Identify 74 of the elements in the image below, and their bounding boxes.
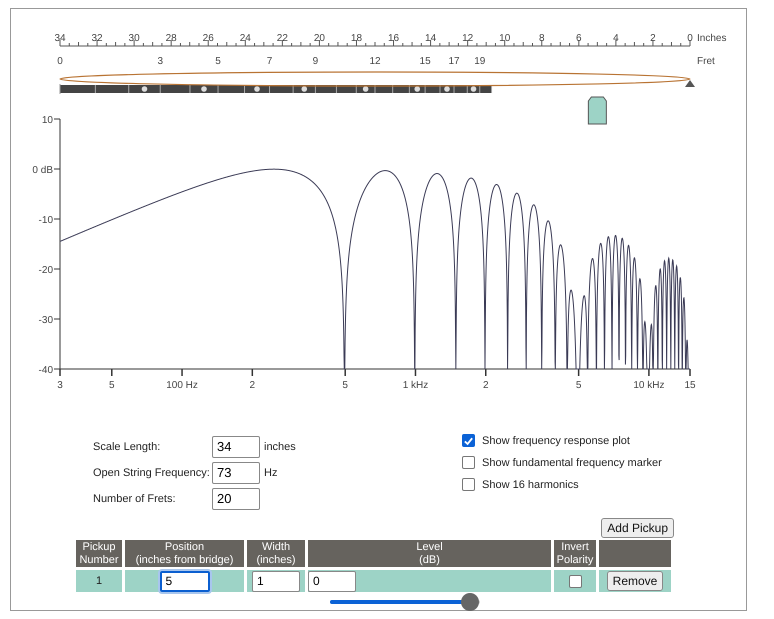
- inch-label: 26: [202, 33, 214, 44]
- y-tick-label: -40: [38, 365, 53, 376]
- inch-label: 22: [276, 33, 288, 44]
- y-tick-label: 0 dB: [32, 165, 53, 176]
- x-tick-label: 5: [576, 380, 582, 391]
- fret-label: 12: [369, 56, 381, 67]
- fret-label: 7: [266, 56, 272, 67]
- remove-button[interactable]: Remove: [606, 571, 664, 591]
- column-header: Invert Polarity: [554, 540, 596, 567]
- inch-label: 18: [350, 33, 362, 44]
- x-tick-label: 2: [482, 380, 489, 391]
- x-tick-label: 1 kHz: [402, 380, 428, 391]
- inch-label: 8: [538, 33, 545, 44]
- input-field[interactable]: 34: [212, 436, 260, 458]
- fret-label: 0: [57, 56, 63, 67]
- checkbox[interactable]: [568, 574, 582, 588]
- unit-label: Inches: [697, 33, 726, 44]
- x-tick-label: 5: [109, 380, 115, 391]
- column-header: Pickup Number: [76, 540, 122, 567]
- x-tick-label: 5: [342, 380, 348, 391]
- slider-thumb[interactable]: [460, 593, 478, 611]
- x-tick-label: 10 kHz: [633, 380, 664, 391]
- x-tick-label: 15: [684, 380, 696, 391]
- inch-label: 6: [576, 33, 582, 44]
- column-header: Level (dB): [308, 540, 551, 567]
- input-field[interactable]: 73: [212, 462, 260, 484]
- field-label: Scale Length:: [93, 440, 162, 452]
- field-label: Number of Frets:: [93, 492, 177, 504]
- x-tick-label: 100 Hz: [166, 380, 198, 391]
- checkbox-label: Show 16 harmonics: [482, 478, 579, 490]
- inch-label: 14: [425, 33, 436, 44]
- table-cell: 1: [76, 570, 122, 592]
- inch-label: 4: [613, 33, 619, 44]
- position-field[interactable]: 5: [160, 570, 210, 592]
- inch-label: 28: [166, 33, 177, 44]
- checkbox[interactable]: [462, 478, 475, 491]
- inch-label: 12: [462, 33, 474, 44]
- inch-label: 10: [499, 33, 510, 44]
- width-field[interactable]: 1: [252, 570, 300, 592]
- unit-label: Hz: [264, 466, 278, 478]
- pickup-marker[interactable]: [588, 96, 607, 124]
- inch-label: 0: [687, 33, 693, 44]
- x-tick-label: 2: [250, 380, 256, 391]
- input-field[interactable]: 20: [212, 488, 260, 510]
- field-label: Open String Frequency:: [93, 466, 211, 478]
- bridge-icon: [685, 80, 695, 87]
- inch-label: 2: [650, 33, 656, 44]
- fret-label: 15: [420, 56, 431, 67]
- unit-label: Fret: [697, 56, 715, 67]
- inch-label: 20: [314, 33, 325, 44]
- x-tick-label: 3: [57, 380, 63, 391]
- level-field[interactable]: 0: [308, 570, 356, 592]
- add-pickup-button[interactable]: Add Pickup: [601, 518, 674, 538]
- y-tick-label: -30: [38, 315, 53, 326]
- y-tick-label: -10: [38, 215, 53, 226]
- fret-label: 17: [448, 56, 460, 67]
- unit-label: inches: [264, 440, 296, 452]
- fret-label: 3: [157, 56, 164, 67]
- checkbox[interactable]: [462, 456, 475, 469]
- fret-label: 19: [474, 56, 486, 67]
- checkbox[interactable]: [462, 434, 475, 447]
- column-header: Position (inches from bridge): [125, 540, 244, 567]
- column-header: Width (inches): [247, 540, 305, 567]
- inch-label: 32: [92, 33, 103, 44]
- inch-label: 16: [388, 33, 400, 44]
- inch-label: 34: [54, 33, 66, 44]
- y-tick-label: 10: [42, 115, 53, 126]
- y-tick-label: -20: [38, 265, 53, 276]
- fret-label: 5: [215, 56, 221, 67]
- inch-label: 30: [128, 33, 140, 44]
- inch-label: 24: [240, 33, 251, 44]
- checkbox-label: Show fundamental frequency marker: [482, 456, 662, 468]
- fret-label: 9: [312, 56, 318, 67]
- checkbox-label: Show frequency response plot: [482, 434, 630, 446]
